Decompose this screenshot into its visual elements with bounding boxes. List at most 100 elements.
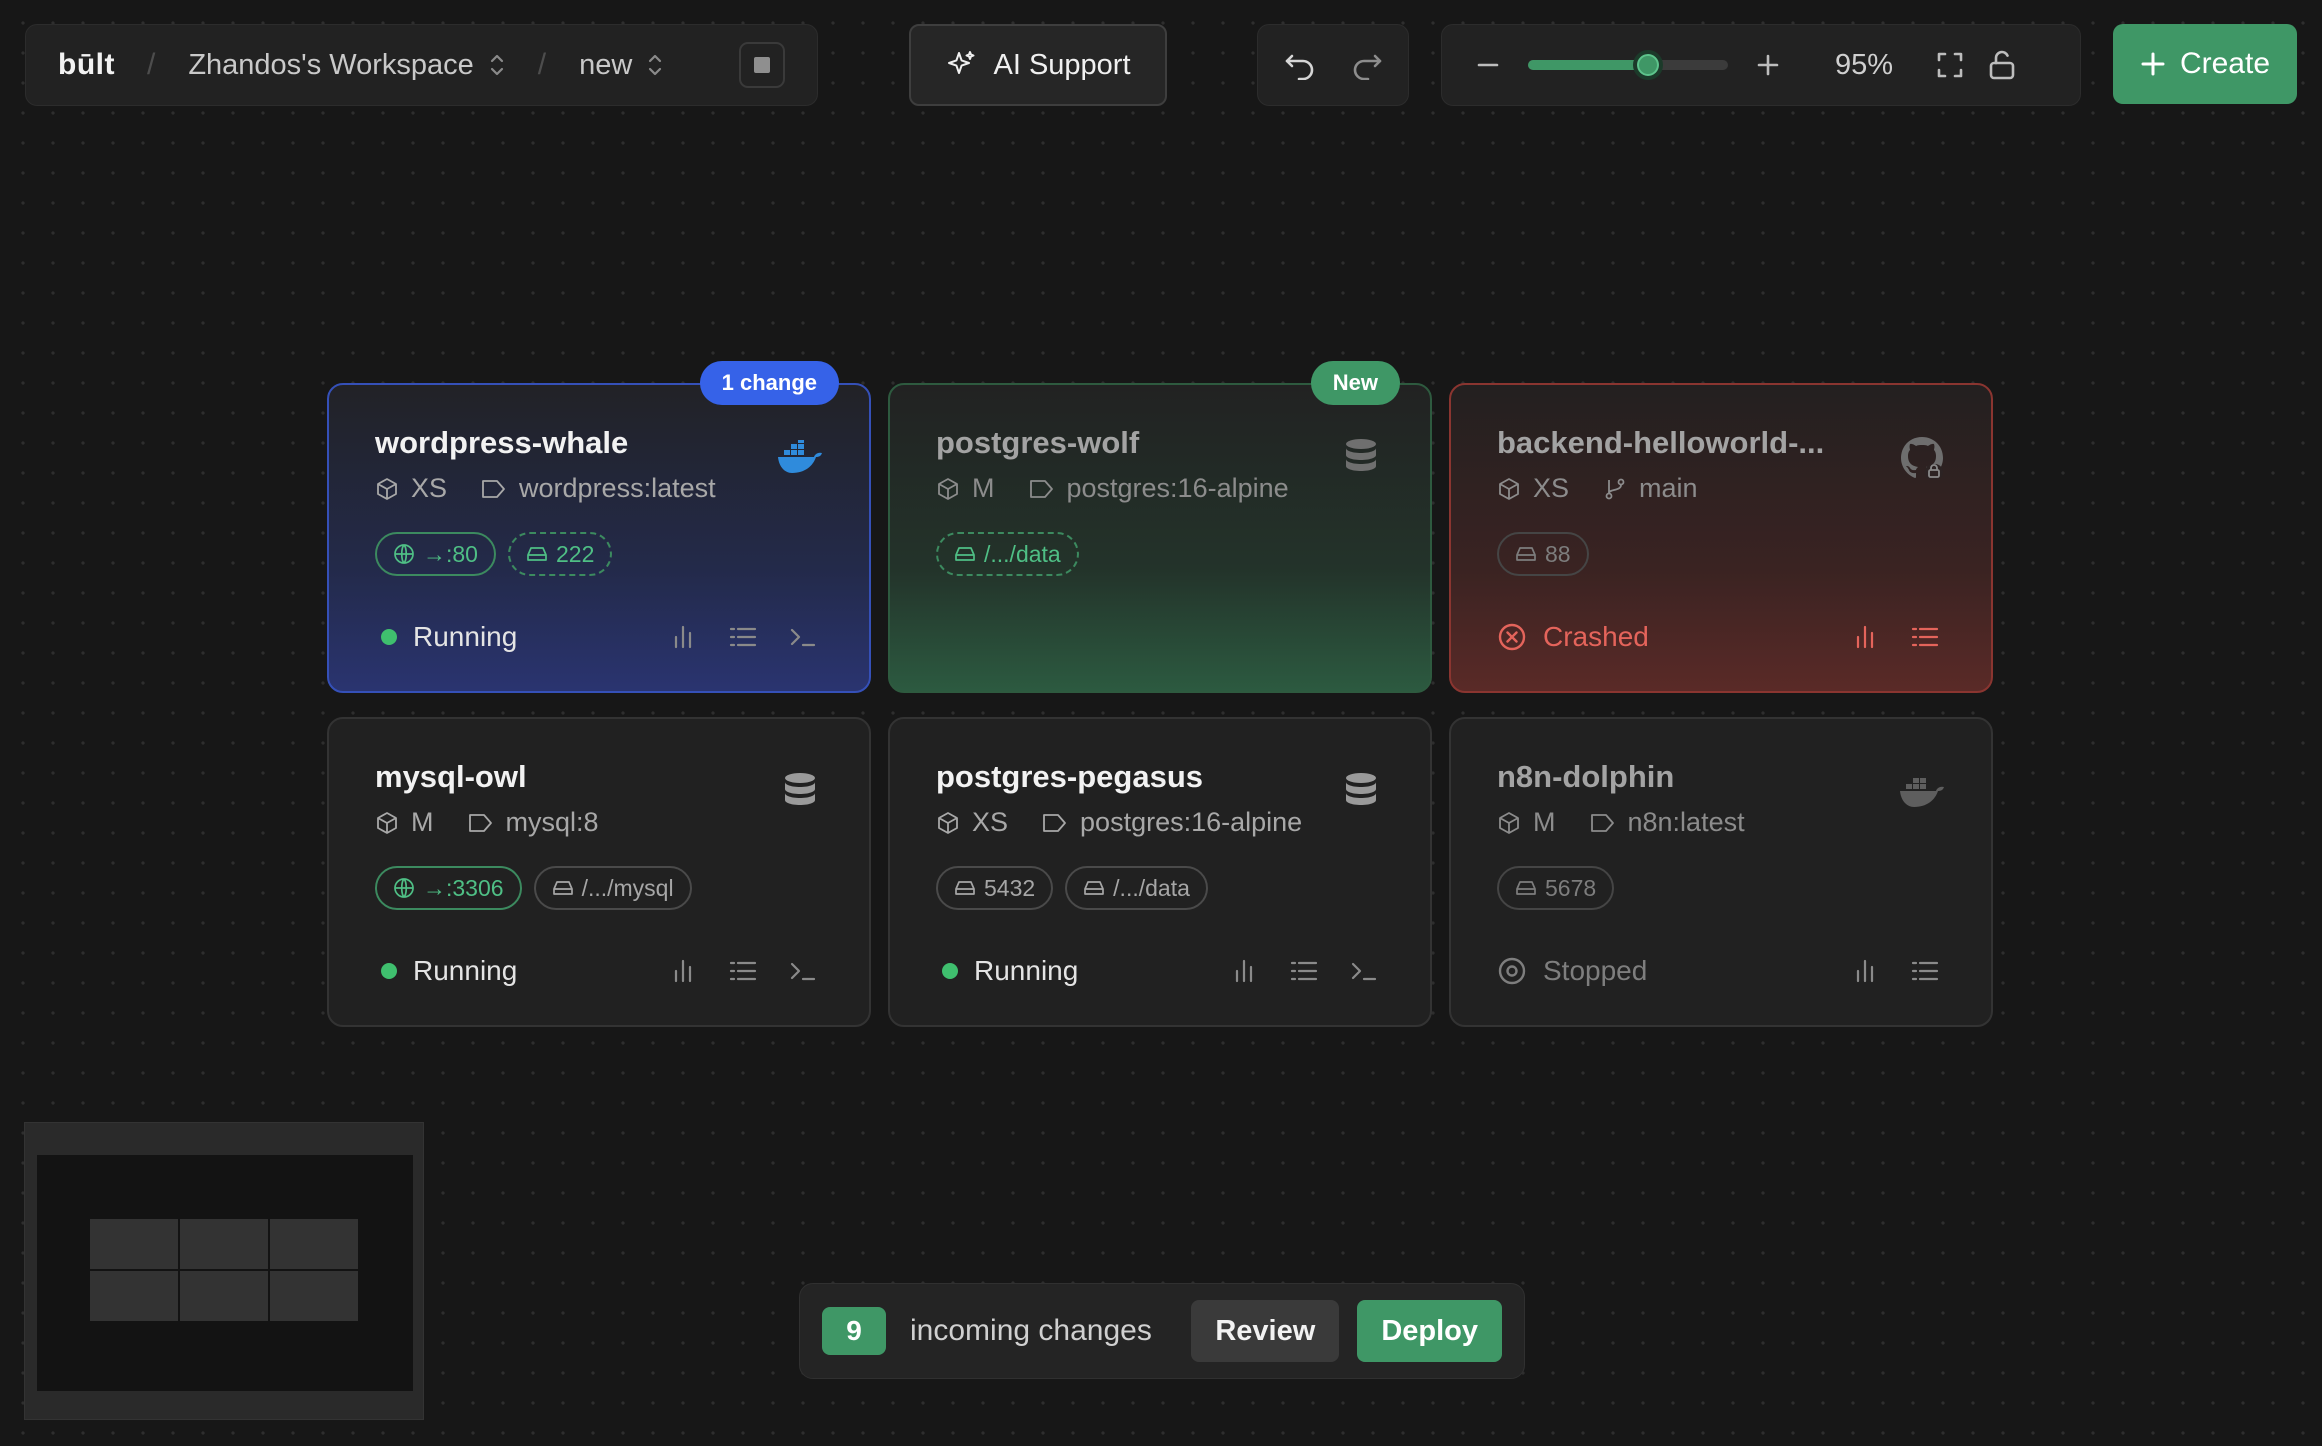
- instance-size: XS: [1533, 473, 1570, 503]
- sparkles-icon: [945, 49, 977, 81]
- service-status: Running: [375, 621, 517, 653]
- service-title: wordpress-whale: [375, 425, 629, 460]
- port-chip[interactable]: 5678: [1497, 866, 1615, 910]
- service-card-n8n-dolphin[interactable]: n8n-dolphin M n8n:latest 5678 Stopped: [1449, 717, 1993, 1027]
- volume-chip[interactable]: /.../data: [1065, 866, 1208, 910]
- minimap-node: [90, 1219, 178, 1269]
- terminal-button[interactable]: [783, 617, 823, 657]
- chip-label: /.../mysql: [581, 874, 674, 901]
- service-status: Stopped: [1497, 955, 1647, 987]
- zoom-slider-thumb[interactable]: [1633, 50, 1663, 80]
- fit-view-button[interactable]: [1924, 39, 1976, 91]
- service-card-wordpress-whale[interactable]: 1 change wordpress-whale XS wordpress:la…: [327, 361, 871, 693]
- minimap[interactable]: [24, 1122, 424, 1420]
- list-icon: [1911, 960, 1939, 982]
- status-label: Running: [413, 955, 518, 986]
- logs-button[interactable]: [1905, 617, 1945, 657]
- disk-icon: [954, 879, 976, 897]
- service-title: mysql-owl: [375, 759, 527, 794]
- git-branch: main: [1639, 473, 1698, 503]
- list-icon: [729, 626, 757, 648]
- zoom-slider[interactable]: [1528, 50, 1728, 80]
- breadcrumb-separator: /: [146, 48, 156, 81]
- terminal-button[interactable]: [1344, 951, 1384, 991]
- terminal-button[interactable]: [783, 951, 823, 991]
- running-dot-icon: [942, 963, 958, 979]
- breadcrumb-bar: būlt / Zhandos's Workspace / new: [25, 24, 818, 106]
- logs-button[interactable]: [1905, 951, 1945, 991]
- tag-icon: [481, 478, 507, 500]
- bar-chart-icon: [1233, 959, 1255, 983]
- metrics-button[interactable]: [1845, 951, 1885, 991]
- zoom-out-button[interactable]: [1462, 39, 1514, 91]
- lock-canvas-button[interactable]: [1976, 39, 2028, 91]
- redo-icon: [1349, 50, 1383, 80]
- git-branch-icon: [1603, 477, 1627, 501]
- service-card-postgres-wolf[interactable]: New postgres-wolf M postgres:16-alpine /…: [888, 361, 1432, 693]
- plus-icon: [2140, 51, 2166, 77]
- minimap-node: [270, 1219, 358, 1269]
- redo-button[interactable]: [1340, 39, 1392, 91]
- ai-support-label: AI Support: [993, 48, 1131, 81]
- port-chip[interactable]: 5432: [936, 866, 1054, 910]
- status-label: Running: [413, 621, 518, 652]
- service-title: postgres-wolf: [936, 425, 1140, 460]
- bar-chart-icon: [1854, 959, 1876, 983]
- create-label: Create: [2179, 47, 2271, 80]
- metrics-button[interactable]: [663, 951, 703, 991]
- app-logo[interactable]: būlt: [58, 48, 115, 82]
- service-title: backend-helloworld-...: [1497, 425, 1825, 460]
- running-dot-icon: [381, 963, 397, 979]
- service-title: n8n-dolphin: [1497, 759, 1675, 794]
- chip-label: /.../data: [984, 540, 1061, 567]
- logs-button[interactable]: [723, 951, 763, 991]
- service-status: Crashed: [1497, 621, 1649, 653]
- workspace-selector[interactable]: Zhandos's Workspace: [188, 49, 505, 82]
- zoom-in-button[interactable]: [1742, 39, 1794, 91]
- service-card-backend-helloworld[interactable]: backend-helloworld-... XS main 88 Crashe…: [1449, 383, 1993, 693]
- create-button[interactable]: Create: [2113, 24, 2297, 104]
- image-source: mysql:8: [505, 807, 599, 837]
- volume-chip[interactable]: 88: [1497, 532, 1589, 576]
- globe-icon: [393, 877, 415, 899]
- disk-icon: [1515, 545, 1537, 563]
- metrics-button[interactable]: [1845, 617, 1885, 657]
- stop-circle-icon: [1497, 956, 1527, 986]
- stop-environment-button[interactable]: [739, 42, 785, 88]
- running-dot-icon: [381, 629, 397, 645]
- instance-size: XS: [972, 807, 1009, 837]
- service-meta: XS postgres:16-alpine: [936, 807, 1384, 838]
- chip-label: /.../data: [1113, 874, 1190, 901]
- deploy-button[interactable]: Deploy: [1357, 1300, 1502, 1362]
- metrics-button[interactable]: [663, 617, 703, 657]
- volume-chip[interactable]: 222: [507, 532, 613, 576]
- public-port-chip[interactable]: →:80: [375, 532, 496, 576]
- service-card-mysql-owl[interactable]: mysql-owl M mysql:8 →:3306 /.../mysql Ru…: [327, 717, 871, 1027]
- image-source: postgres:16-alpine: [1066, 473, 1289, 503]
- metrics-button[interactable]: [1224, 951, 1264, 991]
- volume-chip[interactable]: /.../mysql: [533, 866, 692, 910]
- minimap-viewport[interactable]: [37, 1155, 413, 1391]
- service-status: Running: [375, 955, 517, 987]
- list-icon: [1911, 626, 1939, 648]
- history-controls: [1257, 24, 1409, 106]
- ai-support-button[interactable]: AI Support: [909, 24, 1167, 106]
- logs-button[interactable]: [1284, 951, 1324, 991]
- minimap-node: [270, 1271, 358, 1321]
- service-card-postgres-pegasus[interactable]: postgres-pegasus XS postgres:16-alpine 5…: [888, 717, 1432, 1027]
- database-icon: [1336, 433, 1386, 483]
- service-title: postgres-pegasus: [936, 759, 1204, 794]
- service-meta: M n8n:latest: [1497, 807, 1945, 838]
- chip-label: →:3306: [423, 874, 504, 901]
- environment-selector[interactable]: new: [579, 49, 664, 82]
- terminal-icon: [1350, 960, 1378, 982]
- volume-chip[interactable]: /.../data: [936, 532, 1079, 576]
- review-button[interactable]: Review: [1191, 1300, 1340, 1362]
- logs-button[interactable]: [723, 617, 763, 657]
- undo-button[interactable]: [1275, 39, 1327, 91]
- public-port-chip[interactable]: →:3306: [375, 866, 522, 910]
- plus-icon: [1755, 52, 1781, 78]
- chip-label: →:80: [423, 540, 478, 567]
- image-source: postgres:16-alpine: [1080, 807, 1303, 837]
- changes-count: 9: [822, 1307, 886, 1355]
